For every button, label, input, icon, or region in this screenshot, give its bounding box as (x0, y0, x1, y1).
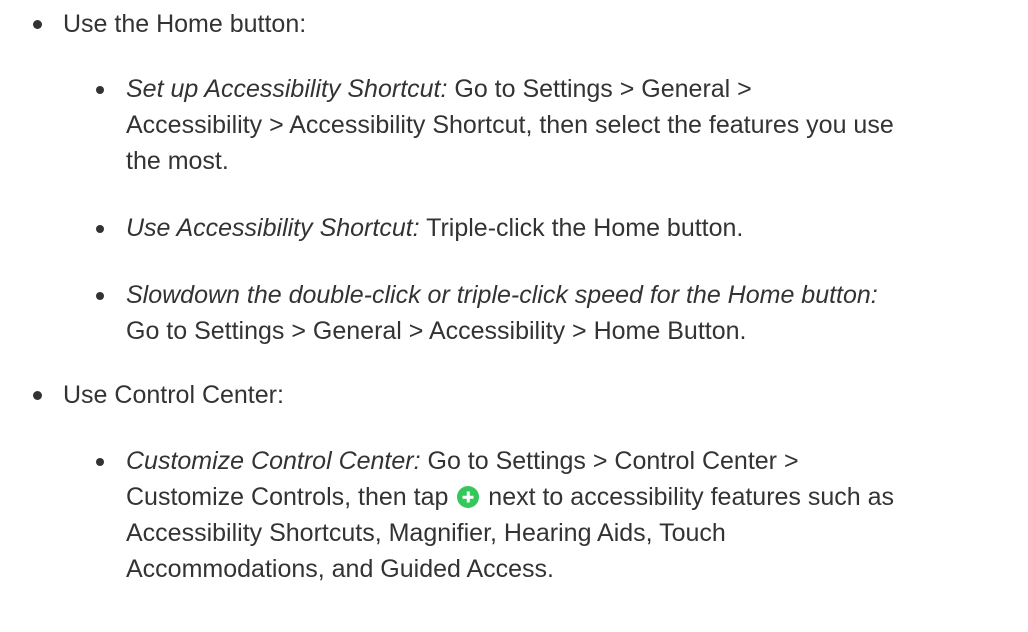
item-label: Slowdown the double-click or triple-clic… (126, 281, 878, 309)
bullet-icon (33, 391, 42, 400)
item-text-line: Accessibility Shortcuts, Magnifier, Hear… (126, 519, 726, 547)
item-label: Use Accessibility Shortcut: (126, 214, 420, 242)
bullet-icon (96, 292, 104, 300)
list-item-label: Use Control Center: (63, 381, 284, 409)
list-item-text: Use Accessibility Shortcut: Triple-click… (126, 210, 743, 246)
item-text-line: Accessibility > Accessibility Shortcut, … (126, 111, 894, 139)
bullet-icon (96, 458, 104, 466)
item-text-line: Go to Settings > General > Accessibility… (126, 317, 747, 345)
bullet-icon (33, 20, 42, 29)
list-item-text: Customize Control Center: Go to Settings… (126, 443, 894, 587)
bullet-icon (96, 225, 104, 233)
add-circle-icon (457, 486, 480, 508)
item-text-line: Customize Controls, then tap (126, 483, 449, 511)
item-text-line: next to accessibility features such as (481, 483, 895, 511)
list-item-label: Use the Home button: (63, 10, 307, 38)
item-text-line: Go to Settings > Control Center > (420, 447, 799, 475)
item-text-line: Accommodations, and Guided Access. (126, 555, 555, 583)
bullet-icon (96, 86, 104, 94)
item-text-line: the most. (126, 147, 229, 175)
item-label: Customize Control Center: (126, 447, 421, 475)
item-text-line: Go to Settings > General > (447, 75, 752, 103)
list-item-text: Set up Accessibility Shortcut: Go to Set… (126, 71, 894, 179)
list-item-text: Slowdown the double-click or triple-clic… (126, 277, 878, 349)
item-text-line: Triple-click the Home button. (419, 214, 744, 242)
item-label: Set up Accessibility Shortcut: (126, 75, 448, 103)
